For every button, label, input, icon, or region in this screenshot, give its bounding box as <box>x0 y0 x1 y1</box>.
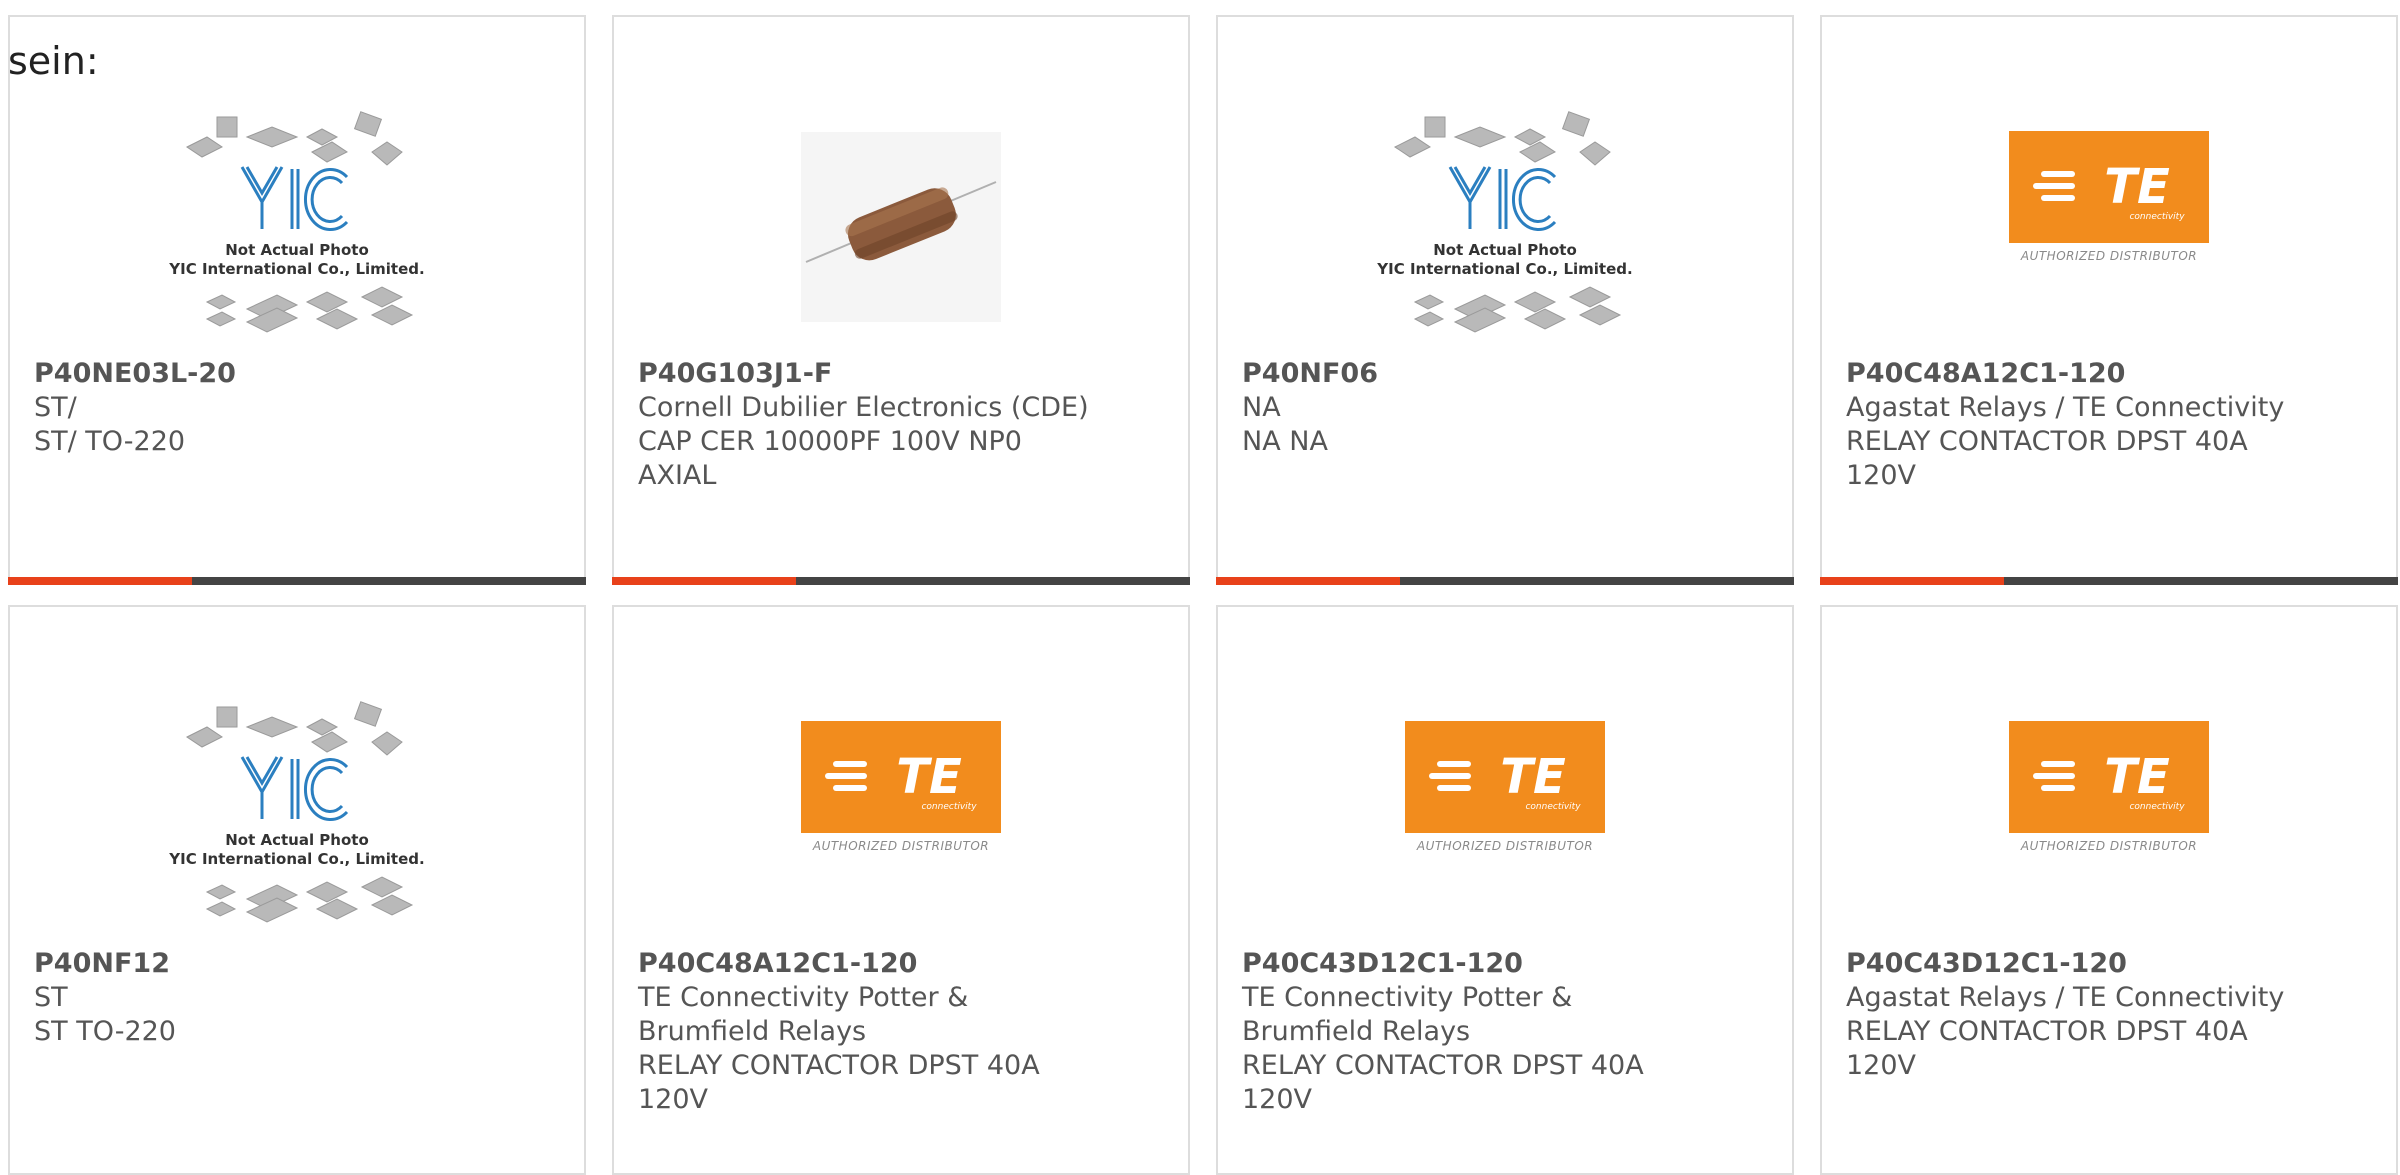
description: ST/ TO-220 <box>34 426 186 457</box>
manufacturer-cont: Brumfield Relays <box>638 1016 867 1047</box>
part-number-link[interactable]: P40NF12 <box>34 947 560 981</box>
description: CAP CER 10000PF 100V NP0 <box>638 426 1022 457</box>
card-footer-bar <box>1216 577 1794 585</box>
description-cont: 120V <box>638 1084 709 1115</box>
part-number-link[interactable]: P40G103J1-F <box>638 357 1164 391</box>
product-info: P40NF12 ST ST TO-220 <box>34 947 560 1049</box>
product-info: P40C43D12C1-120 Agastat Relays / TE Conn… <box>1846 947 2372 1083</box>
yic-placeholder-image: Not Actual Photo YIC International Co., … <box>10 677 584 957</box>
card-footer-bar <box>8 577 586 585</box>
manufacturer: NA <box>1242 392 1281 423</box>
te-logo-image: TE connectivity AUTHORIZED DISTRIBUTOR <box>1218 647 1792 927</box>
card-footer-accent <box>612 577 796 585</box>
te-tag: AUTHORIZED DISTRIBUTOR <box>1416 839 1594 853</box>
description: RELAY CONTACTOR DPST 40A <box>638 1050 1040 1081</box>
manufacturer: Cornell Dubilier Electronics (CDE) <box>638 392 1089 423</box>
te-mark: TE <box>2104 159 2170 215</box>
capacitor-image <box>614 87 1188 367</box>
manufacturer: Agastat Relays / TE Connectivity <box>1846 392 2285 423</box>
description-cont: AXIAL <box>638 460 717 491</box>
te-sub: connectivity <box>2129 212 2185 222</box>
description: NA NA <box>1242 426 1328 457</box>
yic-line1: Not Actual Photo <box>1433 241 1577 259</box>
description-cont: 120V <box>1846 1050 1917 1081</box>
yic-line1: Not Actual Photo <box>225 831 369 849</box>
card-footer-accent <box>1820 577 2004 585</box>
te-tag: AUTHORIZED DISTRIBUTOR <box>812 839 990 853</box>
manufacturer-cont: Brumfield Relays <box>1242 1016 1471 1047</box>
te-mark: TE <box>896 749 962 805</box>
product-card[interactable]: P40G103J1-F Cornell Dubilier Electronics… <box>612 15 1190 585</box>
part-number-link[interactable]: P40NF06 <box>1242 357 1768 391</box>
product-card[interactable]: TE connectivity AUTHORIZED DISTRIBUTOR P… <box>1820 15 2398 585</box>
description: RELAY CONTACTOR DPST 40A <box>1846 1016 2248 1047</box>
yic-placeholder-image: Not Actual Photo YIC International Co., … <box>1218 87 1792 367</box>
product-info: P40C43D12C1-120 TE Connectivity Potter &… <box>1242 947 1768 1117</box>
product-card[interactable]: TE connectivity AUTHORIZED DISTRIBUTOR P… <box>1820 605 2398 1175</box>
product-card[interactable]: Not Actual Photo YIC International Co., … <box>8 605 586 1175</box>
product-info: P40NE03L-20 ST/ ST/ TO-220 <box>34 357 560 459</box>
yic-line2: YIC International Co., Limited. <box>168 850 424 868</box>
product-info: P40NF06 NA NA NA <box>1242 357 1768 459</box>
te-sub: connectivity <box>1525 802 1581 812</box>
product-card[interactable]: TE connectivity AUTHORIZED DISTRIBUTOR P… <box>1216 605 1794 1175</box>
yic-line1: Not Actual Photo <box>225 241 369 259</box>
description-cont: 120V <box>1846 460 1917 491</box>
product-card[interactable]: Not Actual Photo YIC International Co., … <box>8 15 586 585</box>
product-info: P40C48A12C1-120 Agastat Relays / TE Conn… <box>1846 357 2372 493</box>
description: RELAY CONTACTOR DPST 40A <box>1242 1050 1644 1081</box>
yic-line2: YIC International Co., Limited. <box>168 260 424 278</box>
prefix-text: sein: <box>8 39 99 83</box>
manufacturer: ST/ <box>34 392 77 423</box>
card-footer-bar <box>612 577 1190 585</box>
te-logo-image: TE connectivity AUTHORIZED DISTRIBUTOR <box>1822 647 2396 927</box>
te-logo-image: TE connectivity AUTHORIZED DISTRIBUTOR <box>1822 57 2396 337</box>
description: RELAY CONTACTOR DPST 40A <box>1846 426 2248 457</box>
te-mark: TE <box>2104 749 2170 805</box>
te-logo-image: TE connectivity AUTHORIZED DISTRIBUTOR <box>614 647 1188 927</box>
manufacturer: TE Connectivity Potter & <box>638 982 969 1013</box>
card-footer-accent <box>8 577 192 585</box>
manufacturer: TE Connectivity Potter & <box>1242 982 1573 1013</box>
product-info: P40C48A12C1-120 TE Connectivity Potter &… <box>638 947 1164 1117</box>
te-mark: TE <box>1500 749 1566 805</box>
description-cont: 120V <box>1242 1084 1313 1115</box>
part-number-link[interactable]: P40C43D12C1-120 <box>1846 947 2372 981</box>
product-card[interactable]: Not Actual Photo YIC International Co., … <box>1216 15 1794 585</box>
description: ST TO-220 <box>34 1016 176 1047</box>
manufacturer: Agastat Relays / TE Connectivity <box>1846 982 2285 1013</box>
product-info: P40G103J1-F Cornell Dubilier Electronics… <box>638 357 1164 493</box>
te-tag: AUTHORIZED DISTRIBUTOR <box>2020 839 2198 853</box>
part-number-link[interactable]: P40C43D12C1-120 <box>1242 947 1768 981</box>
part-number-link[interactable]: P40C48A12C1-120 <box>1846 357 2372 391</box>
te-tag: AUTHORIZED DISTRIBUTOR <box>2020 249 2198 263</box>
manufacturer: ST <box>34 982 68 1013</box>
te-sub: connectivity <box>2129 802 2185 812</box>
part-number-link[interactable]: P40NE03L-20 <box>34 357 560 391</box>
card-footer-accent <box>1216 577 1400 585</box>
product-card[interactable]: TE connectivity AUTHORIZED DISTRIBUTOR P… <box>612 605 1190 1175</box>
card-footer-bar <box>1820 577 2398 585</box>
te-sub: connectivity <box>921 802 977 812</box>
yic-line2: YIC International Co., Limited. <box>1376 260 1632 278</box>
part-number-link[interactable]: P40C48A12C1-120 <box>638 947 1164 981</box>
yic-placeholder-image: Not Actual Photo YIC International Co., … <box>10 87 584 367</box>
